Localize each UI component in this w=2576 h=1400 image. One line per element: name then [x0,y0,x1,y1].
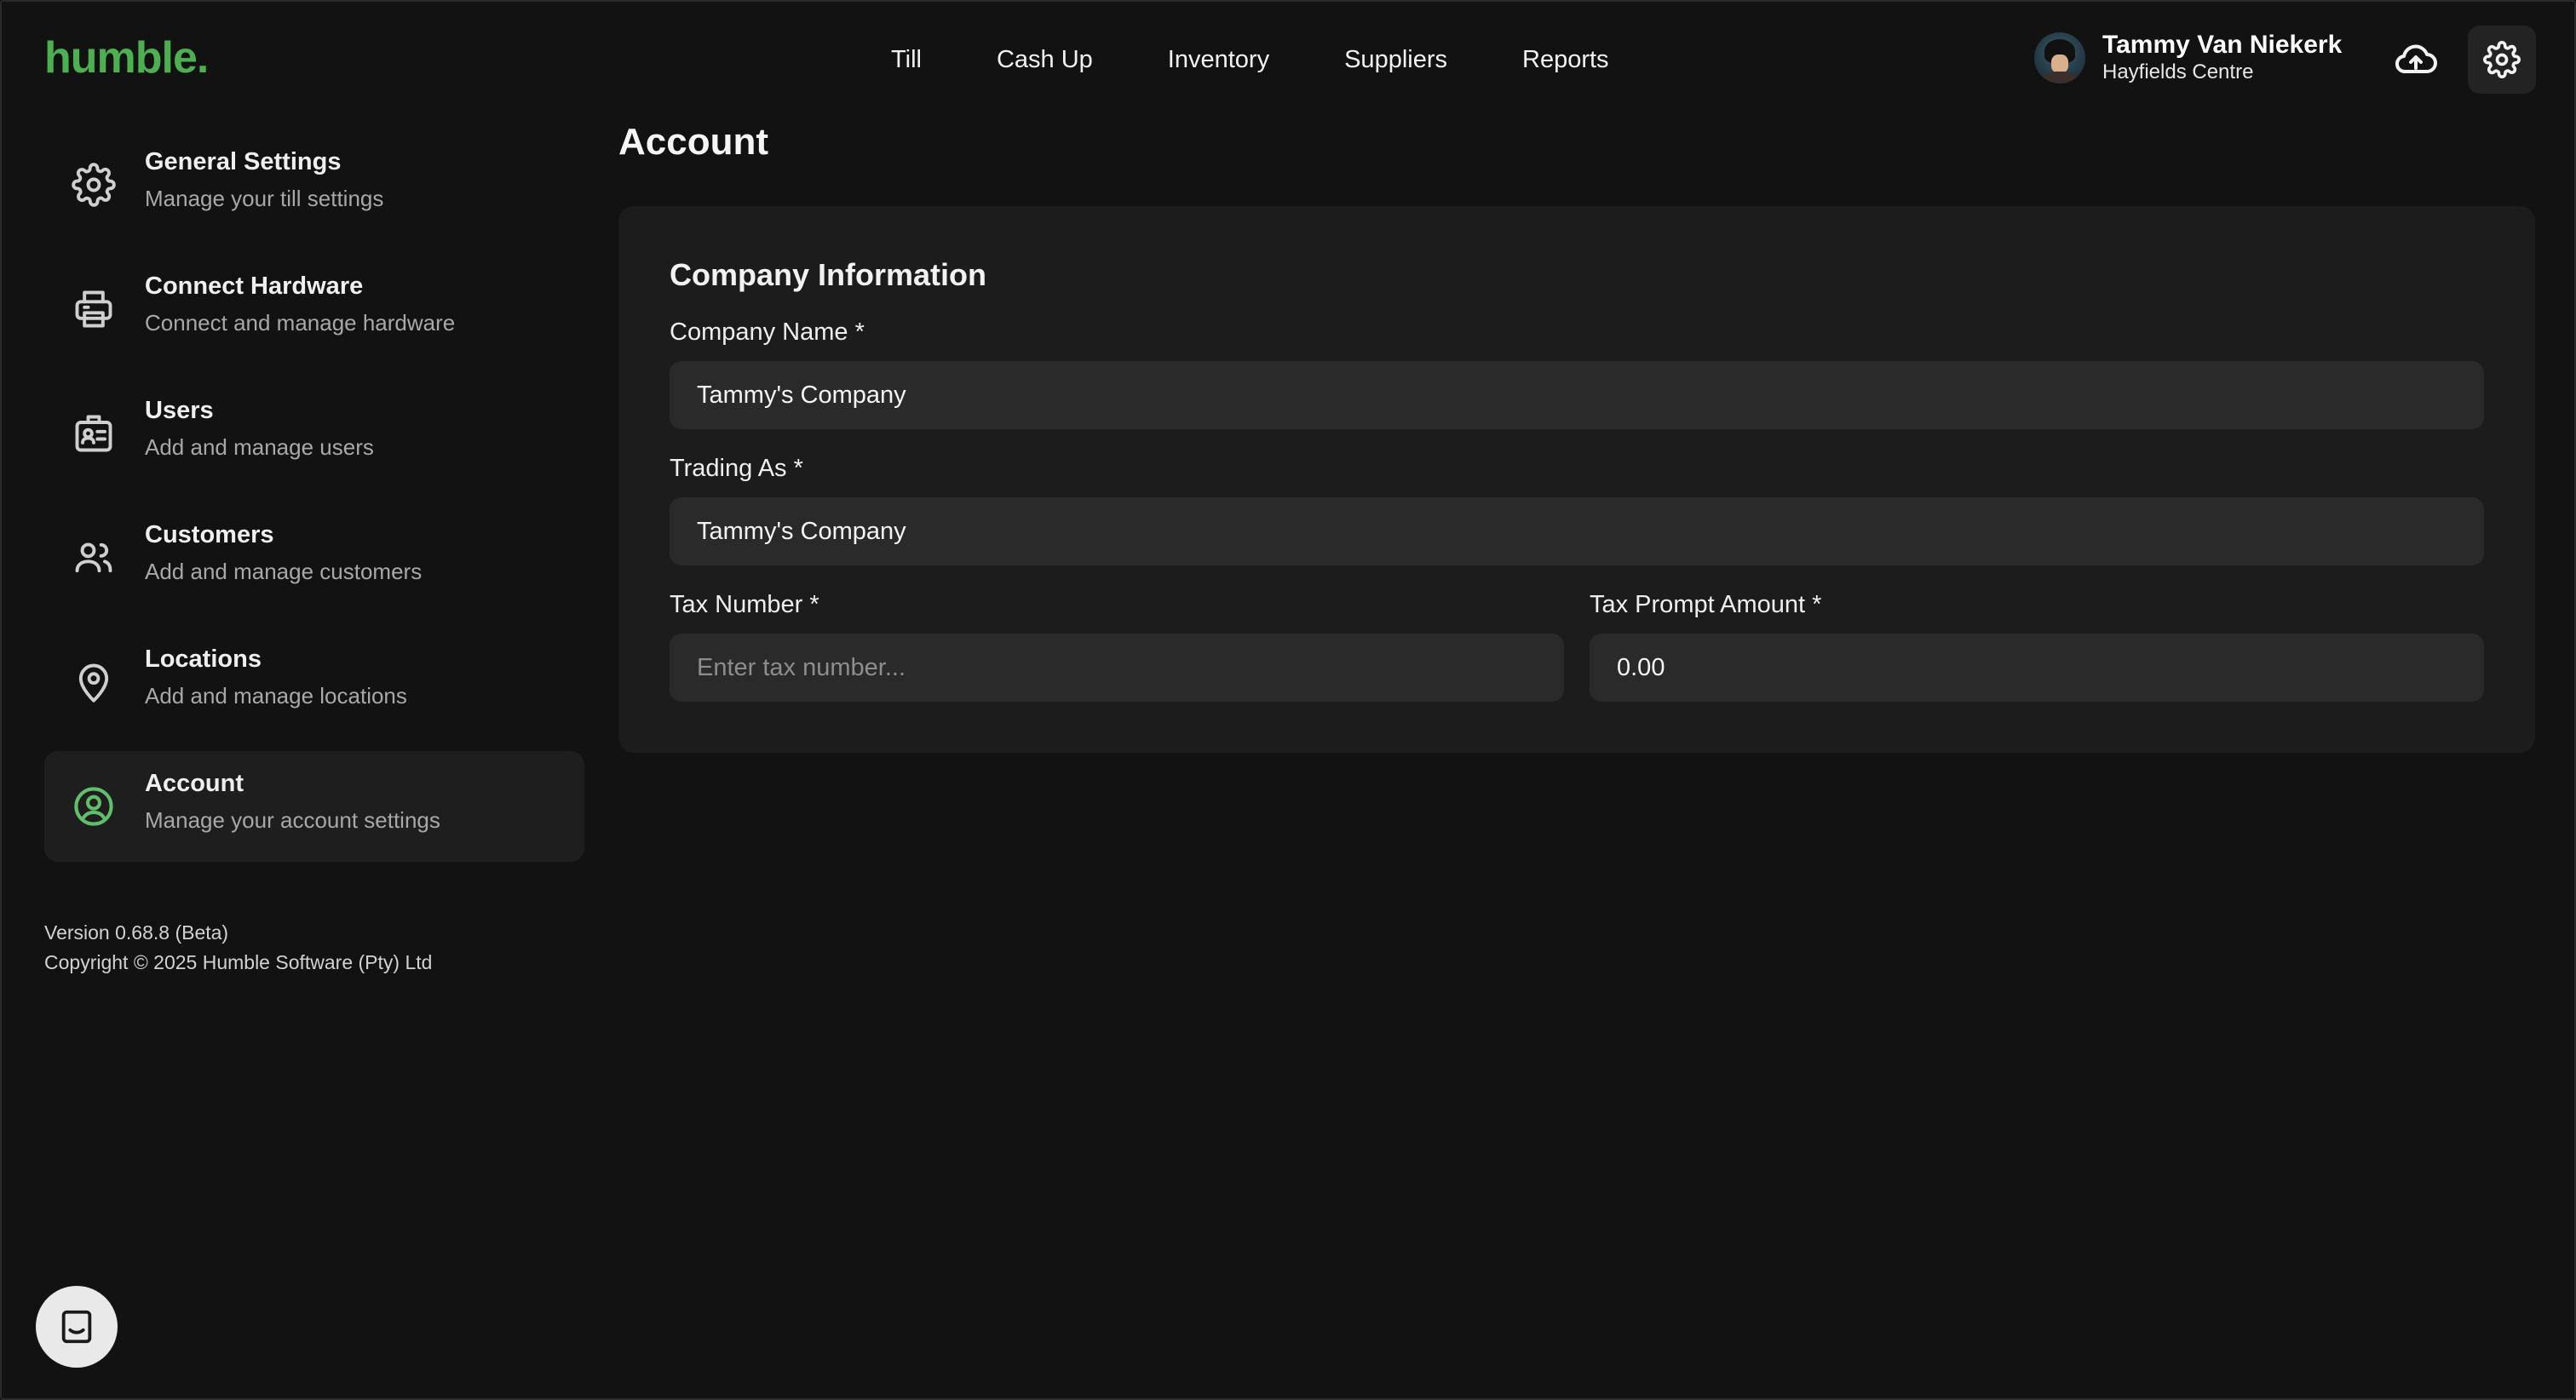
sidebar-item-subtitle: Manage your till settings [145,186,384,211]
printer-icon [70,285,118,333]
nav-inventory[interactable]: Inventory [1130,39,1307,80]
sidebar-item-title: General Settings [145,148,342,175]
sidebar-item-subtitle: Add and manage users [145,434,374,460]
user-circle-icon [70,783,118,830]
app-version-info: Version 0.68.8 (Beta) Copyright © 2025 H… [44,918,432,978]
sidebar-item-customers[interactable]: Customers Add and manage customers [44,502,584,613]
sync-button[interactable] [2392,36,2440,83]
nav-reports[interactable]: Reports [1485,39,1647,80]
trading-as-input[interactable] [670,497,2484,565]
sidebar-item-connect-hardware[interactable]: Connect Hardware Connect and manage hard… [44,254,584,364]
sidebar-item-title: Locations [145,645,262,673]
nav-suppliers[interactable]: Suppliers [1307,39,1485,80]
version-text: Version 0.68.8 (Beta) [44,921,229,944]
company-information-card: Company Information Company Name * Tradi… [618,206,2535,753]
sidebar-item-general-settings[interactable]: General Settings Manage your till settin… [44,129,584,240]
avatar [2034,32,2085,83]
trading-as-label: Trading As * [670,455,803,482]
user-location: Hayfields Centre [2102,60,2254,83]
gear-icon [2483,41,2521,78]
top-navigation: Till Cash Up Inventory Suppliers Reports [854,39,1647,80]
cloud-upload-icon [2395,44,2437,74]
tax-number-label: Tax Number * [670,591,819,618]
id-badge-icon [70,410,118,457]
page-title: Account [618,121,768,163]
people-icon [70,534,118,582]
sidebar-item-title: Users [145,397,214,424]
tax-prompt-amount-label: Tax Prompt Amount * [1590,591,1822,618]
sidebar-item-subtitle: Manage your account settings [145,807,440,833]
sidebar-item-locations[interactable]: Locations Add and manage locations [44,627,584,737]
tax-number-input[interactable] [670,634,1564,702]
sidebar-item-subtitle: Connect and manage hardware [145,310,456,336]
sidebar-item-title: Account [145,770,244,797]
section-title: Company Information [670,257,987,292]
humble-logo[interactable]: humble. [44,32,209,83]
chat-icon [61,1310,92,1344]
tax-prompt-amount-input[interactable] [1590,634,2484,702]
gear-icon [70,161,118,209]
settings-sidebar: General Settings Manage your till settin… [44,129,584,875]
sidebar-item-users[interactable]: Users Add and manage users [44,378,584,489]
nav-cash-up[interactable]: Cash Up [959,39,1130,80]
chat-button[interactable] [36,1286,118,1368]
user-name: Tammy Van Niekerk [2102,31,2343,59]
map-pin-icon [70,658,118,706]
user-info: Tammy Van Niekerk Hayfields Centre [2102,31,2342,85]
copyright-text: Copyright © 2025 Humble Software (Pty) L… [44,951,433,973]
sidebar-item-account[interactable]: Account Manage your account settings [44,751,584,862]
settings-button[interactable] [2468,26,2536,94]
user-profile[interactable]: Tammy Van Niekerk Hayfields Centre [2034,31,2342,85]
nav-till[interactable]: Till [854,39,959,80]
company-name-input[interactable] [670,361,2484,429]
sidebar-item-title: Connect Hardware [145,273,364,300]
company-name-label: Company Name * [670,318,865,346]
sidebar-item-subtitle: Add and manage customers [145,559,423,584]
app-window: humble. Till Cash Up Inventory Suppliers… [0,0,2576,1400]
sidebar-item-subtitle: Add and manage locations [145,683,407,709]
sidebar-item-title: Customers [145,521,274,548]
